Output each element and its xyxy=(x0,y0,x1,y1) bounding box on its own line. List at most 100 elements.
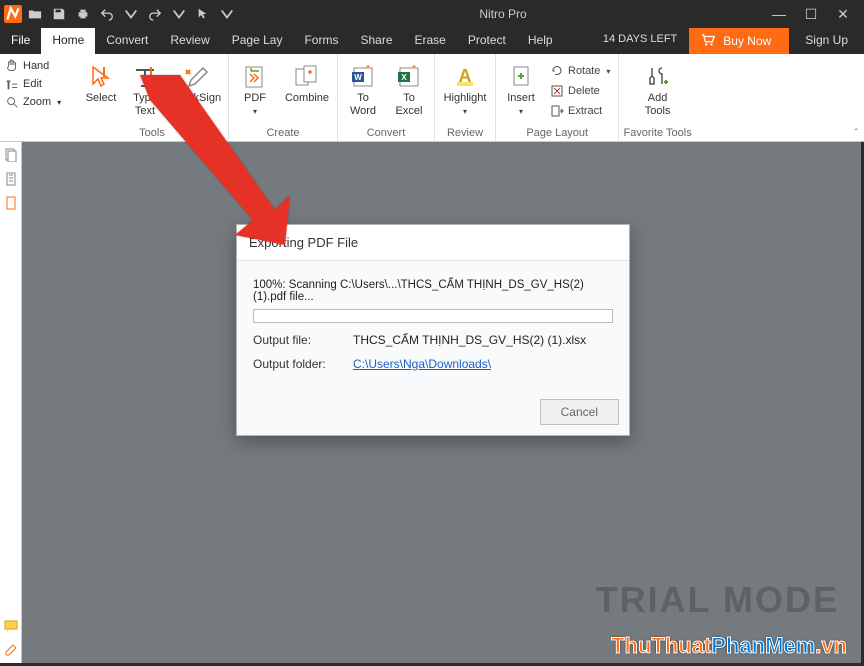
rotate-button[interactable]: Rotate▾ xyxy=(546,62,614,80)
tab-help[interactable]: Help xyxy=(517,28,564,54)
quicksign-button[interactable]: QuickSign xyxy=(168,58,224,107)
tab-home[interactable]: Home xyxy=(41,28,95,54)
redo-dropdown-icon[interactable] xyxy=(168,3,190,25)
select-button[interactable]: Select xyxy=(80,58,122,107)
extract-label: Extract xyxy=(568,105,602,117)
trial-mode-watermark: TRIAL MODE xyxy=(596,579,839,621)
tab-review[interactable]: Review xyxy=(159,28,220,54)
combine-icon xyxy=(294,64,320,90)
pdf-button[interactable]: PDF▾ xyxy=(233,58,277,118)
attachments-panel-icon[interactable] xyxy=(4,196,18,210)
pages-panel-icon[interactable] xyxy=(4,148,18,162)
rotate-icon xyxy=(550,64,564,78)
quicksign-icon xyxy=(183,64,209,90)
cursor-mode-icon[interactable] xyxy=(192,3,214,25)
to-word-label: To Word xyxy=(350,92,376,117)
comments-panel-icon[interactable] xyxy=(4,619,18,633)
insert-label: Insert xyxy=(507,92,535,105)
extract-icon xyxy=(550,104,564,118)
tab-forms[interactable]: Forms xyxy=(293,28,349,54)
bookmarks-panel-icon[interactable] xyxy=(4,172,18,186)
delete-button[interactable]: Delete xyxy=(546,82,614,100)
edit-tool-button[interactable]: Edit xyxy=(3,76,73,92)
hand-label: Hand xyxy=(23,60,49,72)
buy-now-button[interactable]: Buy Now xyxy=(689,28,789,54)
ribbon-group-page-layout: Insert▾ Rotate▾ Delete Extract Page Layo… xyxy=(496,54,619,141)
extract-button[interactable]: Extract xyxy=(546,102,614,120)
add-tools-button[interactable]: Add Tools xyxy=(634,58,682,119)
word-icon: W xyxy=(350,64,376,90)
tab-share[interactable]: Share xyxy=(349,28,403,54)
add-tools-icon xyxy=(645,64,671,90)
highlight-label: Highlight xyxy=(444,92,487,105)
pdf-label: PDF xyxy=(244,92,266,105)
menu-tabs: File Home Convert Review Page Lay Forms … xyxy=(0,28,864,54)
output-folder-link[interactable]: C:\Users\Nga\Downloads\ xyxy=(353,357,491,371)
signatures-panel-icon[interactable] xyxy=(4,643,18,657)
to-word-button[interactable]: W To Word xyxy=(342,58,384,119)
highlight-button[interactable]: AHighlight▾ xyxy=(439,58,491,118)
output-file-value: THCS_CẨM THỊNH_DS_GV_HS(2) (1).xlsx xyxy=(353,333,613,347)
type-text-button[interactable]: Type Text xyxy=(126,58,164,119)
delete-label: Delete xyxy=(568,85,600,97)
group-label-review: Review xyxy=(447,125,483,141)
sign-up-button[interactable]: Sign Up xyxy=(789,28,864,54)
group-label-page-layout: Page Layout xyxy=(526,125,588,141)
side-rail xyxy=(0,142,22,663)
collapse-ribbon-button[interactable]: ˆ xyxy=(855,128,858,139)
quicksign-label: QuickSign xyxy=(171,92,221,105)
ribbon-group-create: PDF▾ Combine Create xyxy=(229,54,338,141)
svg-text:W: W xyxy=(354,73,362,82)
insert-button[interactable]: Insert▾ xyxy=(500,58,542,118)
maximize-button[interactable]: ☐ xyxy=(800,5,822,23)
output-file-label: Output file: xyxy=(253,333,353,347)
select-label: Select xyxy=(86,92,117,105)
ribbon-group-favorite: Add Tools Favorite Tools xyxy=(619,54,695,141)
ribbon: Hand Edit Zoom▾ Select Type Text QuickSi… xyxy=(0,54,864,142)
hand-tool-button[interactable]: Hand xyxy=(3,58,73,74)
tab-file[interactable]: File xyxy=(0,28,41,54)
undo-dropdown-icon[interactable] xyxy=(120,3,142,25)
zoom-tool-button[interactable]: Zoom▾ xyxy=(3,94,73,110)
redo-icon[interactable] xyxy=(144,3,166,25)
cancel-button[interactable]: Cancel xyxy=(540,399,619,425)
rotate-label: Rotate xyxy=(568,65,600,77)
window-controls: — ☐ ✕ xyxy=(768,5,864,23)
undo-icon[interactable] xyxy=(96,3,118,25)
qat-dropdown-icon[interactable] xyxy=(216,3,238,25)
tab-convert[interactable]: Convert xyxy=(95,28,159,54)
output-folder-label: Output folder: xyxy=(253,357,353,371)
select-icon xyxy=(88,64,114,90)
add-tools-label: Add Tools xyxy=(645,92,671,117)
progress-bar xyxy=(253,309,613,323)
ribbon-group-convert: W To Word XTo Excel Convert xyxy=(338,54,435,141)
group-label-tools: Tools xyxy=(139,125,165,141)
titlebar: Nitro Pro — ☐ ✕ xyxy=(0,0,864,28)
save-icon[interactable] xyxy=(48,3,70,25)
cart-icon xyxy=(701,33,715,50)
ribbon-group-tools: Select Type Text QuickSign Tools xyxy=(76,54,229,141)
ribbon-view-tools: Hand Edit Zoom▾ xyxy=(0,54,76,141)
ribbon-group-review: AHighlight▾ Review xyxy=(435,54,496,141)
buy-now-label: Buy Now xyxy=(723,34,771,48)
edit-label: Edit xyxy=(23,78,42,90)
pdf-icon xyxy=(242,64,268,90)
app-logo-icon xyxy=(4,5,22,23)
to-excel-button[interactable]: XTo Excel xyxy=(388,58,430,119)
close-button[interactable]: ✕ xyxy=(832,5,854,23)
tab-protect[interactable]: Protect xyxy=(457,28,517,54)
type-text-icon xyxy=(132,64,158,90)
group-label-create: Create xyxy=(266,125,299,141)
print-icon[interactable] xyxy=(72,3,94,25)
combine-button[interactable]: Combine xyxy=(281,58,333,107)
app-title: Nitro Pro xyxy=(238,7,768,21)
tab-erase[interactable]: Erase xyxy=(404,28,457,54)
type-text-label: Type Text xyxy=(133,92,157,117)
open-icon[interactable] xyxy=(24,3,46,25)
tab-page-layout[interactable]: Page Lay xyxy=(221,28,294,54)
svg-text:X: X xyxy=(401,73,407,82)
group-label-convert: Convert xyxy=(367,125,406,141)
minimize-button[interactable]: — xyxy=(768,5,790,23)
excel-icon: X xyxy=(396,64,422,90)
combine-label: Combine xyxy=(285,92,329,105)
